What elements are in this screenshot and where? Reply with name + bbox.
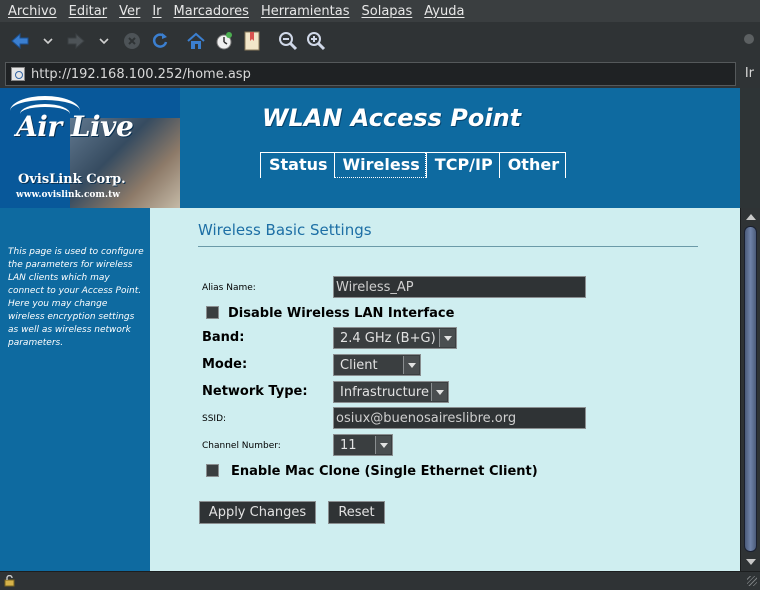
mac-clone-checkbox[interactable] (206, 464, 219, 477)
main-nav: Status Wireless TCP/IP Other (260, 152, 567, 178)
menu-ir[interactable]: Ir (152, 4, 161, 19)
band-select[interactable]: 2.4 GHz (B+G) (333, 327, 457, 349)
settings-panel: Wireless Basic Settings Alias Name: Wire… (150, 208, 740, 571)
title-divider (198, 246, 698, 247)
chevron-down-icon (375, 436, 391, 454)
menu-solapas[interactable]: Solapas (362, 4, 413, 19)
channel-select[interactable]: 11 (333, 434, 393, 456)
network-type-select[interactable]: Infrastructure (333, 381, 449, 403)
menu-ver[interactable]: Ver (119, 4, 140, 19)
menu-bar: Archivo Editar Ver Ir Marcadores Herrami… (0, 0, 760, 22)
history-icon[interactable] (212, 29, 236, 53)
zoom-in-icon[interactable] (304, 29, 328, 53)
channel-label: Channel Number: (202, 441, 281, 451)
mode-label: Mode: (202, 357, 248, 372)
disable-wlan-label: Disable Wireless LAN Interface (228, 306, 455, 321)
page-header: Air Live OvisLink Corp. www.ovislink.com… (0, 88, 740, 208)
url-input[interactable]: http://192.168.100.252/home.asp (5, 62, 736, 86)
menu-ayuda[interactable]: Ayuda (424, 4, 464, 19)
scroll-up-icon[interactable] (743, 210, 758, 224)
url-text: http://192.168.100.252/home.asp (31, 66, 251, 82)
back-arrow-icon[interactable] (8, 29, 32, 53)
mac-clone-label: Enable Mac Clone (Single Ethernet Client… (231, 464, 538, 479)
band-label: Band: (202, 330, 245, 345)
chevron-down-icon (431, 383, 447, 401)
sidebar: This page is used to configure the param… (0, 208, 150, 571)
site-icon (11, 67, 25, 81)
forward-dropdown-icon[interactable] (92, 29, 116, 53)
band-value: 2.4 GHz (B+G) (340, 330, 436, 346)
mode-select[interactable]: Client (333, 354, 421, 376)
apply-changes-button[interactable]: Apply Changes (199, 501, 316, 524)
zoom-out-icon[interactable] (276, 29, 300, 53)
address-bar: http://192.168.100.252/home.asp Ir (0, 60, 760, 88)
reload-icon[interactable] (148, 29, 172, 53)
navigation-toolbar (0, 22, 760, 60)
back-dropdown-icon[interactable] (36, 29, 60, 53)
menu-herramientas[interactable]: Herramientas (261, 4, 350, 19)
nav-other[interactable]: Other (498, 152, 567, 178)
network-type-value: Infrastructure (340, 384, 429, 400)
network-type-label: Network Type: (202, 384, 308, 399)
stop-icon[interactable] (120, 29, 144, 53)
home-icon[interactable] (184, 29, 208, 53)
alias-input[interactable]: Wireless_AP (333, 276, 586, 298)
throbber-icon (744, 34, 754, 44)
product-title: WLAN Access Point (262, 104, 522, 132)
mode-value: Client (340, 357, 378, 373)
sidebar-description: This page is used to configure the param… (8, 247, 144, 348)
vertical-scrollbar[interactable] (740, 208, 760, 571)
nav-wireless[interactable]: Wireless (333, 152, 426, 178)
logo-corp: OvisLink Corp. (18, 172, 126, 187)
chevron-down-icon (439, 329, 455, 347)
status-bar (0, 571, 760, 590)
go-button[interactable]: Ir (745, 66, 754, 81)
scrollbar-thumb[interactable] (744, 226, 757, 552)
channel-value: 11 (340, 437, 357, 453)
nav-tcpip[interactable]: TCP/IP (425, 152, 499, 178)
chevron-down-icon (403, 356, 419, 374)
lock-icon (4, 575, 15, 587)
logo-web: www.ovislink.com.tw (16, 190, 120, 200)
bookmark-icon[interactable] (240, 29, 264, 53)
scroll-down-icon[interactable] (743, 555, 758, 569)
web-page: Air Live OvisLink Corp. www.ovislink.com… (0, 88, 740, 571)
airlive-logo: Air Live OvisLink Corp. www.ovislink.com… (0, 88, 180, 208)
alias-label: Alias Name: (202, 283, 256, 293)
disable-wlan-checkbox[interactable] (206, 306, 219, 319)
page-title: Wireless Basic Settings (198, 221, 372, 239)
forward-arrow-icon[interactable] (64, 29, 88, 53)
ssid-label: SSID: (202, 414, 227, 424)
menu-archivo[interactable]: Archivo (8, 4, 57, 19)
reset-button[interactable]: Reset (328, 501, 385, 524)
resize-grip-icon[interactable] (747, 576, 757, 586)
ssid-input[interactable]: osiux@buenosaireslibre.org (333, 407, 586, 429)
nav-status[interactable]: Status (260, 152, 334, 178)
menu-marcadores[interactable]: Marcadores (174, 4, 249, 19)
menu-editar[interactable]: Editar (69, 4, 108, 19)
logo-text: Air Live (16, 110, 134, 143)
